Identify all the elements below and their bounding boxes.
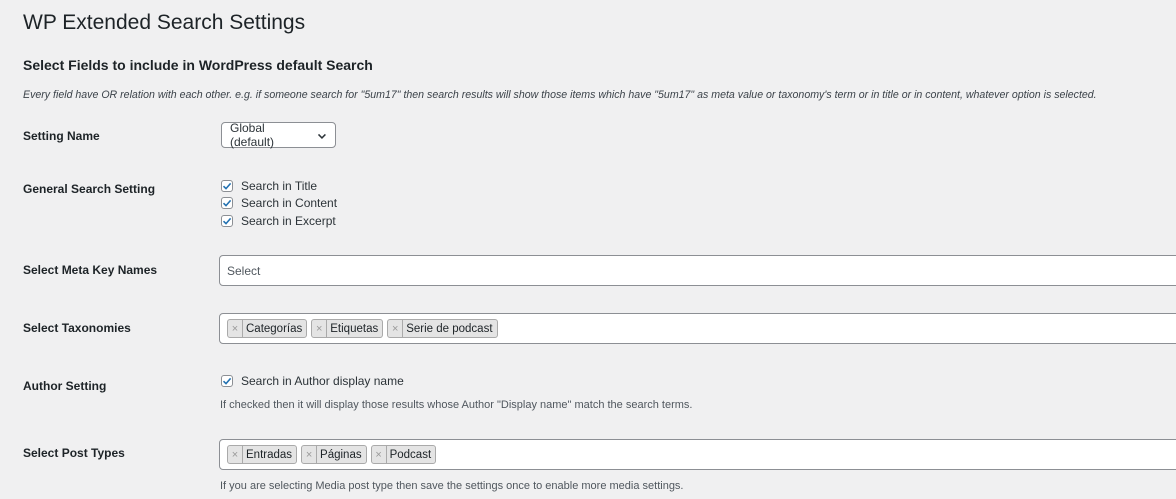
taxonomy-tag: × Categorías — [227, 319, 308, 338]
section-title: Select Fields to include in WordPress de… — [23, 57, 373, 73]
search-in-title-option[interactable]: Search in Title — [221, 177, 337, 195]
search-in-excerpt-option[interactable]: Search in Excerpt — [221, 212, 337, 230]
remove-tag-icon[interactable]: × — [228, 320, 243, 337]
post-type-tag: × Entradas — [227, 445, 298, 464]
remove-tag-icon[interactable]: × — [228, 446, 243, 463]
search-in-title-checkbox[interactable] — [221, 179, 233, 192]
search-in-excerpt-checkbox[interactable] — [221, 214, 233, 227]
search-in-content-checkbox[interactable] — [221, 197, 233, 210]
general-search-label: General Search Setting — [23, 182, 156, 196]
remove-tag-icon[interactable]: × — [372, 446, 387, 463]
meta-keys-placeholder: Select — [227, 263, 261, 278]
remove-tag-icon[interactable]: × — [302, 446, 318, 463]
post-types-help-text: If you are selecting Media post type the… — [220, 480, 684, 492]
search-in-excerpt-label: Search in Excerpt — [241, 213, 336, 228]
page-title: WP Extended Search Settings — [23, 11, 306, 34]
checkmark-icon — [222, 377, 232, 385]
remove-tag-icon[interactable]: × — [388, 320, 404, 337]
setting-name-value: Global (default) — [230, 121, 275, 149]
author-setting-label: Author Setting — [23, 379, 107, 393]
post-type-tag: × Podcast — [370, 445, 437, 464]
search-in-author-checkbox[interactable] — [221, 374, 233, 387]
section-description: Every field have OR relation with each o… — [23, 89, 1097, 101]
general-search-options: Search in Title Search in Content Search… — [221, 177, 337, 230]
search-in-author-label: Search in Author display name — [241, 373, 404, 388]
post-type-tag: × Páginas — [301, 445, 367, 464]
checkmark-icon — [222, 182, 232, 190]
taxonomy-tag: × Serie de podcast — [387, 319, 498, 338]
author-help-text: If checked then it will display those re… — [220, 399, 693, 411]
post-types-label: Select Post Types — [23, 446, 125, 460]
post-types-select[interactable]: × Entradas × Páginas × Podcast — [219, 439, 1176, 470]
search-in-author-option[interactable]: Search in Author display name — [221, 372, 404, 390]
search-in-title-label: Search in Title — [241, 178, 318, 193]
search-in-content-option[interactable]: Search in Content — [221, 195, 337, 213]
author-options: Search in Author display name — [221, 372, 404, 390]
taxonomies-select[interactable]: × Categorías × Etiquetas × Serie de podc… — [219, 313, 1176, 344]
setting-name-label: Setting Name — [23, 129, 100, 143]
taxonomy-tag: × Etiquetas — [311, 319, 384, 338]
checkmark-icon — [222, 200, 232, 208]
setting-name-select[interactable]: Global (default) — [221, 121, 336, 149]
remove-tag-icon[interactable]: × — [312, 320, 328, 337]
meta-keys-select[interactable]: Select — [219, 255, 1176, 286]
chevron-down-icon — [317, 130, 327, 140]
taxonomies-label: Select Taxonomies — [23, 321, 131, 335]
checkmark-icon — [222, 217, 232, 225]
meta-keys-label: Select Meta Key Names — [23, 263, 158, 277]
search-in-content-label: Search in Content — [241, 196, 338, 211]
